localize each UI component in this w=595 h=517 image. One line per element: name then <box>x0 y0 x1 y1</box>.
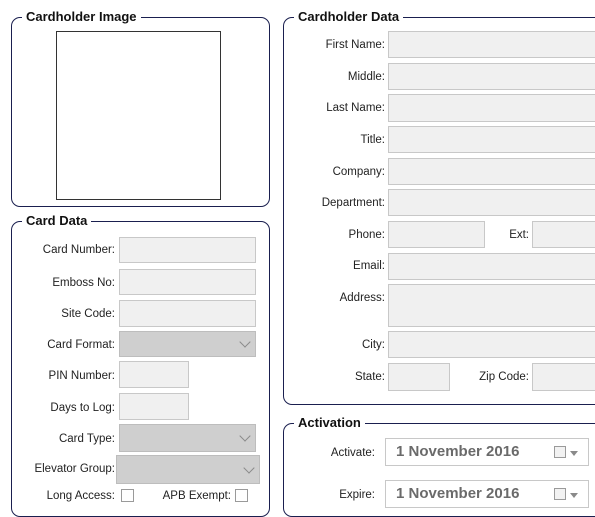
pin-number-field[interactable] <box>119 361 189 388</box>
middle-field[interactable] <box>388 63 595 90</box>
cardholder-data-title: Cardholder Data <box>294 9 404 25</box>
chevron-down-icon <box>239 430 251 442</box>
card-format-select[interactable] <box>119 331 256 357</box>
emboss-no-field[interactable] <box>119 269 256 295</box>
ext-label: Ext: <box>509 229 529 241</box>
card-format-label: Card Format: <box>47 339 115 351</box>
address-field[interactable] <box>388 284 595 327</box>
days-to-log-label: Days to Log: <box>50 402 115 414</box>
last-name-label: Last Name: <box>326 102 385 114</box>
card-data-title: Card Data <box>22 213 92 229</box>
elevator-group-label: Elevator Group: <box>34 463 115 475</box>
card-type-select[interactable] <box>119 424 256 452</box>
cardholder-image-title: Cardholder Image <box>22 9 141 25</box>
zip-code-label: Zip Code: <box>479 371 529 383</box>
activation-title: Activation <box>294 415 365 431</box>
cardholder-photo[interactable] <box>56 31 221 200</box>
pin-number-label: PIN Number: <box>48 370 115 382</box>
email-label: Email: <box>353 260 385 272</box>
phone-label: Phone: <box>348 229 385 241</box>
chevron-down-icon <box>243 461 255 474</box>
activate-date-picker[interactable]: 1 November 2016 <box>385 438 589 466</box>
long-access-checkbox[interactable] <box>121 489 134 502</box>
city-field[interactable] <box>388 331 595 358</box>
chevron-down-icon[interactable] <box>570 493 578 498</box>
zip-code-field[interactable] <box>532 363 595 391</box>
apb-exempt-label: APB Exempt: <box>162 490 231 502</box>
first-name-field[interactable] <box>388 31 595 58</box>
expire-date-value: 1 November 2016 <box>396 485 520 502</box>
department-label: Department: <box>321 197 385 209</box>
title-label: Title: <box>360 134 386 146</box>
emboss-no-label: Emboss No: <box>52 277 115 289</box>
chevron-down-icon <box>239 336 251 348</box>
days-to-log-field[interactable] <box>119 393 189 420</box>
company-label: Company: <box>332 166 385 178</box>
card-type-label: Card Type: <box>58 433 115 445</box>
chevron-down-icon[interactable] <box>570 451 578 456</box>
site-code-field[interactable] <box>119 300 256 327</box>
email-field[interactable] <box>388 253 595 280</box>
phone-field[interactable] <box>388 221 485 248</box>
city-label: City: <box>362 339 385 351</box>
activate-label: Activate: <box>330 447 375 459</box>
activate-date-value: 1 November 2016 <box>396 443 520 460</box>
address-label: Address: <box>339 292 385 304</box>
middle-label: Middle: <box>347 71 385 83</box>
state-label: State: <box>354 371 385 383</box>
calendar-icon[interactable] <box>554 488 566 500</box>
elevator-group-select[interactable] <box>116 455 260 484</box>
department-field[interactable] <box>388 189 595 216</box>
expire-label: Expire: <box>339 489 375 501</box>
first-name-label: First Name: <box>325 39 385 51</box>
site-code-label: Site Code: <box>61 308 115 320</box>
last-name-field[interactable] <box>388 94 595 122</box>
expire-date-picker[interactable]: 1 November 2016 <box>385 480 589 508</box>
apb-exempt-checkbox[interactable] <box>235 489 248 502</box>
ext-field[interactable] <box>532 221 595 248</box>
long-access-label: Long Access: <box>46 490 115 502</box>
title-field[interactable] <box>388 126 595 153</box>
card-number-field[interactable] <box>119 237 256 263</box>
state-field[interactable] <box>388 363 450 391</box>
company-field[interactable] <box>388 158 595 185</box>
calendar-icon[interactable] <box>554 446 566 458</box>
card-number-label: Card Number: <box>42 244 115 256</box>
